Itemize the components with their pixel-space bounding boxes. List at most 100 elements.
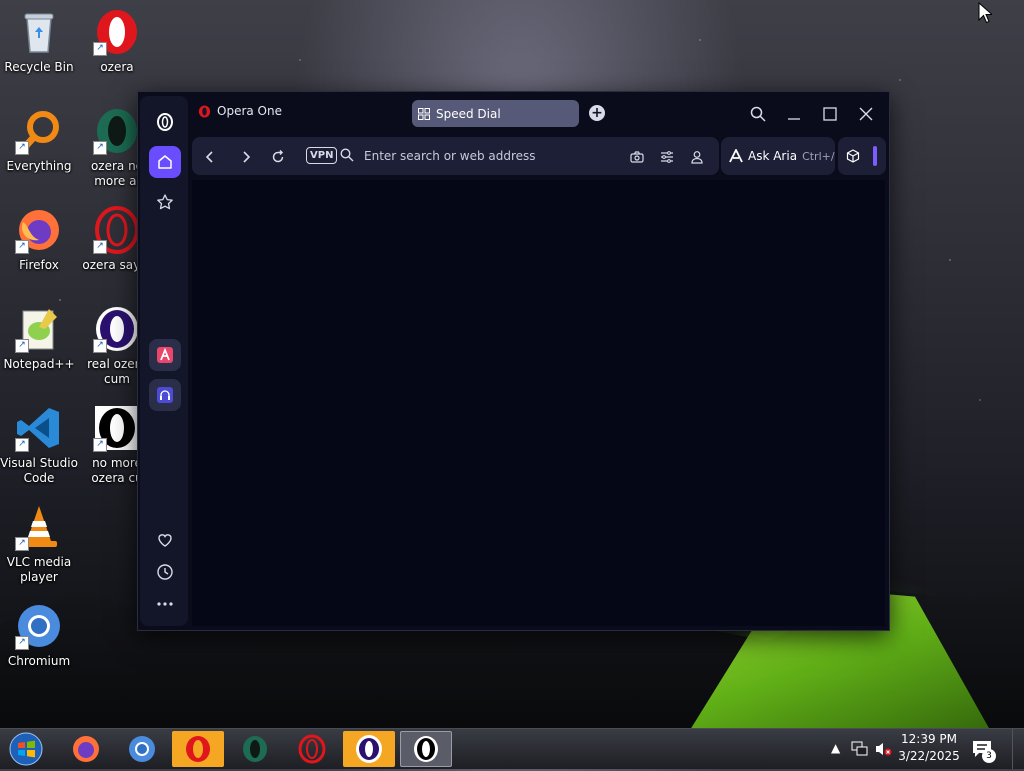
opera-purple-icon xyxy=(356,735,382,763)
tab-title: Speed Dial xyxy=(436,106,501,121)
chevron-left-icon xyxy=(205,151,213,163)
shortcut-arrow-icon: ↗ xyxy=(15,141,29,155)
sidebar-home-button[interactable] xyxy=(149,146,181,178)
ask-aria-shortcut: Ctrl+/ xyxy=(802,149,835,163)
tab-speed-dial[interactable]: Speed Dial xyxy=(412,100,579,127)
taskbar-opera-white[interactable] xyxy=(400,731,452,767)
vlc-icon: ↗ xyxy=(15,503,63,551)
clock-time: 12:39 PM xyxy=(901,732,957,746)
desktop-icon-notepad-plus-plus[interactable]: ↗ Notepad++ xyxy=(0,305,78,372)
maximize-button[interactable] xyxy=(819,103,841,125)
opera-gx-icon xyxy=(298,734,326,764)
browser-brand-label: Opera One xyxy=(217,104,282,118)
opera-gx-icon xyxy=(243,736,267,762)
back-button[interactable] xyxy=(200,147,220,167)
shortcut-arrow-icon: ↗ xyxy=(15,537,29,551)
sidebar-favorites-button[interactable] xyxy=(149,186,181,218)
desktop-icon-vlc[interactable]: ↗ VLC media player xyxy=(0,503,78,585)
reload-button[interactable] xyxy=(268,147,288,167)
vpn-badge[interactable]: VPN xyxy=(306,147,338,164)
opera-purple-icon: ↗ xyxy=(93,305,141,353)
taskbar-clock[interactable]: 12:39 PM 3/22/2025 xyxy=(895,731,963,765)
more-dots-icon xyxy=(157,602,173,606)
sidebar-toggle-indicator[interactable] xyxy=(873,146,877,166)
cube-icon xyxy=(846,149,860,163)
search-icon xyxy=(340,148,354,162)
sidebar-my-flow-button[interactable] xyxy=(149,524,181,556)
sidebar-aria-button[interactable] xyxy=(149,339,181,371)
desktop-icon-label: VLC media player xyxy=(6,555,72,584)
taskbar-firefox[interactable] xyxy=(60,731,112,767)
profile-button[interactable] xyxy=(687,147,707,167)
minimize-icon xyxy=(788,118,800,120)
chromium-icon xyxy=(129,736,155,762)
shortcut-arrow-icon: ↗ xyxy=(15,636,29,650)
address-input[interactable] xyxy=(364,146,614,166)
shortcut-arrow-icon: ↗ xyxy=(93,141,107,155)
ask-aria-button[interactable]: Ask Aria Ctrl+/ xyxy=(721,137,835,175)
tab-search-button[interactable] xyxy=(747,103,769,125)
address-bar: VPN xyxy=(192,137,719,175)
maximize-icon xyxy=(823,107,837,121)
chevron-right-icon xyxy=(243,151,251,163)
extensions-button[interactable] xyxy=(838,137,886,175)
minimize-button[interactable] xyxy=(783,103,805,125)
opera-logo-icon xyxy=(198,104,211,118)
taskbar-opera-gx[interactable] xyxy=(229,731,281,767)
forward-button[interactable] xyxy=(236,147,256,167)
desktop-icon-chromium[interactable]: ↗ Chromium xyxy=(0,602,78,669)
desktop-icon-label: Chromium xyxy=(7,654,71,668)
browser-brand: Opera One xyxy=(198,104,282,118)
opera-white-icon xyxy=(414,736,438,762)
shortcut-arrow-icon: ↗ xyxy=(15,438,29,452)
close-icon xyxy=(859,107,873,121)
sidebar-history-button[interactable] xyxy=(149,556,181,588)
search-icon xyxy=(750,106,766,122)
speed-dial-page xyxy=(192,180,885,626)
browser-titlebar: Opera One Speed Dial + xyxy=(190,92,889,134)
taskbar-opera-gx-red[interactable] xyxy=(286,731,338,767)
home-icon xyxy=(158,155,172,169)
opera-menu-button[interactable] xyxy=(149,106,181,138)
desktop-icon-firefox[interactable]: ↗ Firefox xyxy=(0,206,78,273)
chromium-icon: ↗ xyxy=(15,602,63,650)
sidebar-more-button[interactable] xyxy=(149,588,181,620)
shortcut-arrow-icon: ↗ xyxy=(93,42,107,56)
windows-start-icon xyxy=(9,732,43,766)
vscode-icon: ↗ xyxy=(15,404,63,452)
opera-gx-icon: ↗ xyxy=(93,206,141,254)
show-desktop-button[interactable] xyxy=(1012,729,1024,769)
settings-sliders-icon xyxy=(661,151,673,163)
desktop-icon-label: Firefox xyxy=(19,258,59,272)
sidebar-music-player-button[interactable] xyxy=(149,379,181,411)
network-icon[interactable] xyxy=(851,741,869,757)
shortcut-arrow-icon: ↗ xyxy=(15,240,29,254)
desktop-icon-ozera[interactable]: ↗ ozera xyxy=(78,8,156,75)
speed-dial-grid-icon xyxy=(418,107,430,120)
opera-icon xyxy=(186,736,210,762)
close-button[interactable] xyxy=(855,103,877,125)
desktop-icon-label: Everything xyxy=(6,159,72,173)
taskbar-opera-purple[interactable] xyxy=(343,731,395,767)
heart-icon xyxy=(158,534,172,547)
shortcut-arrow-icon: ↗ xyxy=(93,438,107,452)
opera-logo-icon xyxy=(157,113,173,131)
start-button[interactable] xyxy=(6,731,46,767)
notification-count-badge: 3 xyxy=(982,749,996,763)
taskbar-chromium[interactable] xyxy=(116,731,168,767)
desktop-icon-label: Notepad++ xyxy=(3,357,75,371)
taskbar-opera[interactable] xyxy=(172,731,224,767)
easy-setup-button[interactable] xyxy=(657,147,677,167)
new-tab-button[interactable]: + xyxy=(589,105,605,121)
desktop-icon-vscode[interactable]: ↗ Visual Studio Code xyxy=(0,404,78,486)
opera-icon: ↗ xyxy=(93,8,141,56)
firefox-icon: ↗ xyxy=(15,206,63,254)
everything-search-icon: ↗ xyxy=(15,107,63,155)
notepad-plus-plus-icon: ↗ xyxy=(15,305,63,353)
desktop-icon-recycle-bin[interactable]: Recycle Bin xyxy=(0,8,78,75)
tray-show-hidden-icons[interactable]: ▲ xyxy=(831,741,840,755)
desktop-icon-everything[interactable]: ↗ Everything xyxy=(0,107,78,174)
snapshot-button[interactable] xyxy=(627,147,647,167)
camera-icon xyxy=(630,151,644,163)
volume-muted-icon[interactable] xyxy=(874,741,892,757)
